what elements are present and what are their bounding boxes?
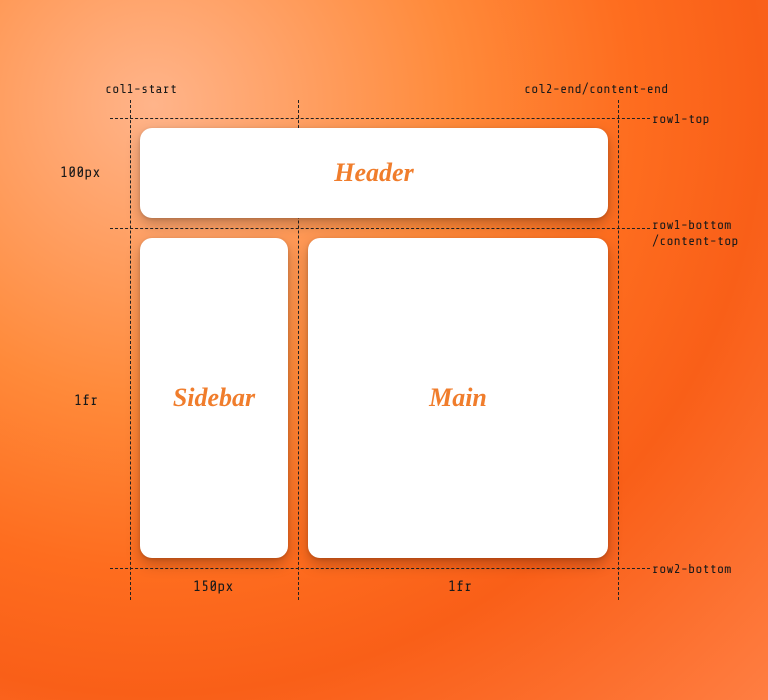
size-row2: 1fr bbox=[74, 392, 98, 409]
gridline-row2-bottom bbox=[110, 568, 650, 569]
gridline-col1-start bbox=[130, 100, 131, 600]
size-row1: 100px bbox=[60, 164, 101, 181]
label-row2-bottom: row2-bottom bbox=[652, 562, 731, 577]
card-main-label: Main bbox=[429, 383, 487, 413]
label-col2-end: col2-end/content-end bbox=[524, 82, 668, 97]
card-sidebar: Sidebar bbox=[140, 238, 288, 558]
gridline-col2-end bbox=[618, 100, 619, 600]
grid-diagram: col1-start col2-end/content-end row1-top… bbox=[0, 0, 768, 700]
gridline-row1-bottom bbox=[110, 228, 650, 229]
size-col2: 1fr bbox=[448, 578, 472, 595]
card-main: Main bbox=[308, 238, 608, 558]
card-header-label: Header bbox=[334, 158, 413, 188]
card-header: Header bbox=[140, 128, 608, 218]
label-col1-start: col1-start bbox=[105, 82, 177, 97]
label-row1-top: row1-top bbox=[652, 112, 710, 127]
size-col1: 150px bbox=[193, 578, 234, 595]
gridline-row1-top bbox=[110, 118, 650, 119]
label-content-top: /content-top bbox=[652, 234, 739, 249]
label-row1-bottom: row1-bottom bbox=[652, 218, 731, 233]
card-sidebar-label: Sidebar bbox=[173, 383, 255, 413]
